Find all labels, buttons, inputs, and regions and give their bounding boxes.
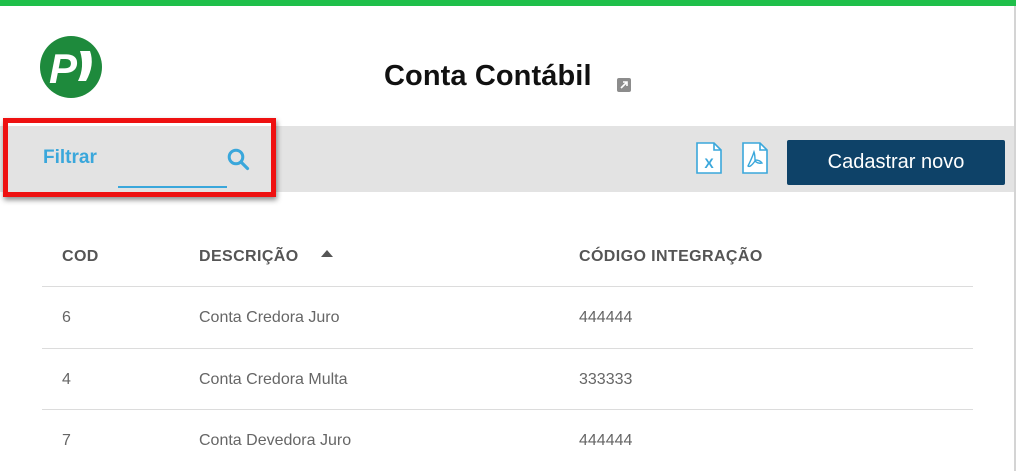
cell-descricao: Conta Devedora Juro <box>199 432 352 449</box>
cell-cod: 7 <box>62 432 71 449</box>
cell-codigo-integracao: 333333 <box>579 370 633 388</box>
filter-input[interactable] <box>118 150 227 188</box>
table-header: COD DESCRIÇÃO CÓDIGO INTEGRAÇÃO <box>42 225 973 287</box>
cell-descricao: Conta Credora Juro <box>199 309 340 326</box>
excel-export-icon[interactable]: X <box>695 142 723 174</box>
table-row[interactable]: 6 Conta Credora Juro 444444 <box>42 287 973 349</box>
column-header-descricao[interactable]: DESCRIÇÃO <box>199 248 299 266</box>
cell-cod: 6 <box>62 309 71 326</box>
pdf-export-icon[interactable] <box>741 142 769 174</box>
sort-ascending-icon[interactable] <box>321 249 333 257</box>
cell-codigo-integracao: 444444 <box>579 432 633 449</box>
logo-icon: P <box>40 36 102 98</box>
page-title: Conta Contábil <box>384 60 592 92</box>
accounts-table: COD DESCRIÇÃO CÓDIGO INTEGRAÇÃO 6 Conta … <box>42 225 973 471</box>
add-new-button[interactable]: Cadastrar novo <box>787 140 1005 185</box>
table-row[interactable]: 7 Conta Devedora Juro 444444 <box>42 410 973 471</box>
external-link-icon[interactable] <box>617 78 631 92</box>
filter-label: Filtrar <box>43 147 97 168</box>
svg-text:X: X <box>704 155 714 171</box>
table-row[interactable]: 4 Conta Credora Multa 333333 <box>42 349 973 410</box>
column-header-cod[interactable]: COD <box>62 248 99 266</box>
top-accent-bar <box>0 0 1016 6</box>
cell-codigo-integracao: 444444 <box>579 309 633 326</box>
svg-text:P: P <box>49 45 78 92</box>
cell-descricao: Conta Credora Multa <box>199 370 348 388</box>
column-header-codigo-integracao[interactable]: CÓDIGO INTEGRAÇÃO <box>579 248 763 266</box>
search-icon[interactable] <box>226 147 250 171</box>
cell-cod: 4 <box>62 370 71 388</box>
